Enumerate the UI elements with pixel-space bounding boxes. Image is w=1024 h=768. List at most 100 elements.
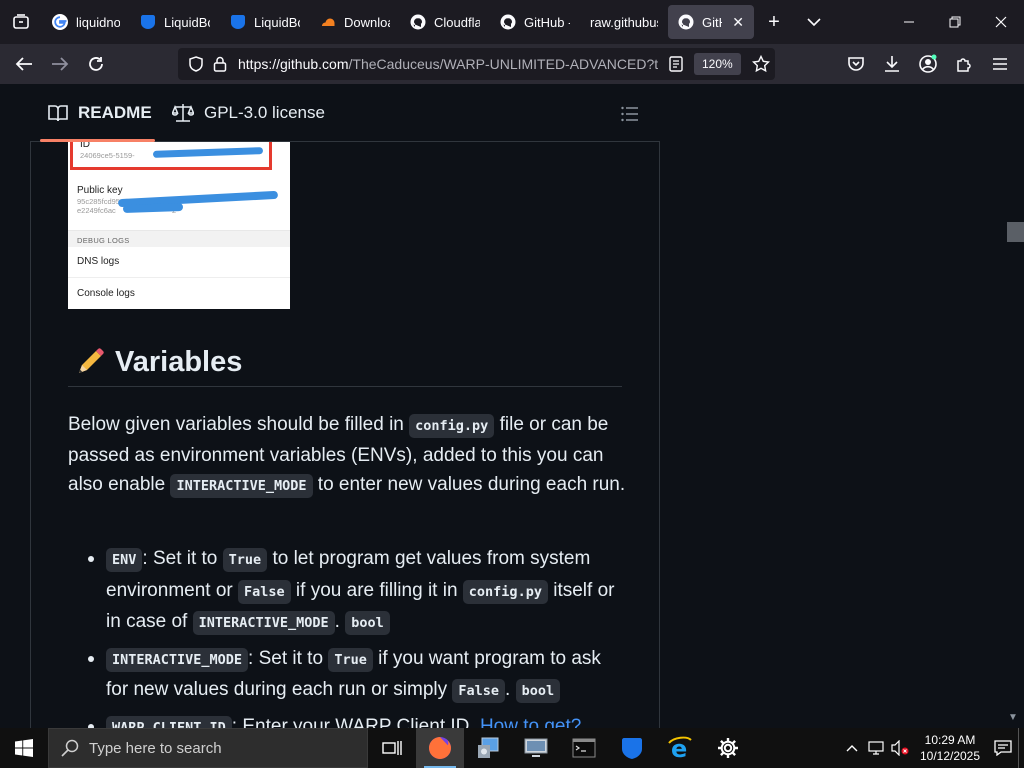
google-icon	[52, 14, 68, 30]
tab-5-label: Cloudfla	[434, 14, 480, 30]
new-tab-button[interactable]: +	[754, 0, 794, 44]
tab-list-icon	[13, 14, 29, 29]
tab-4[interactable]: Downloa	[310, 5, 400, 39]
close-tab-icon[interactable]: ✕	[732, 14, 744, 31]
tab-6-label: GitHub -	[524, 14, 570, 30]
terminal-icon	[572, 738, 596, 758]
inline-code: bool	[345, 611, 390, 635]
remote-desktop-icon	[524, 738, 548, 757]
github-icon	[410, 14, 426, 30]
puzzle-icon	[957, 58, 971, 72]
show-desktop-button[interactable]	[1018, 728, 1024, 768]
image-id-label: ID	[80, 142, 90, 150]
arrow-left-icon	[15, 57, 32, 71]
tab-3[interactable]: LiquidBo	[220, 5, 310, 39]
taskbar-internet-explorer[interactable]: e	[656, 728, 704, 768]
start-button[interactable]	[0, 728, 48, 768]
minimize-button[interactable]	[886, 0, 932, 44]
inline-code: config.py	[409, 414, 495, 438]
tab-1[interactable]: liquidno	[42, 5, 130, 39]
license-tab[interactable]: GPL-3.0 license	[172, 98, 325, 128]
taskbar-remote-desktop[interactable]	[512, 728, 560, 768]
list-item-env: ENV: Set it to True to let program get v…	[68, 544, 628, 639]
network-button[interactable]	[864, 728, 888, 768]
extensions-button[interactable]	[946, 48, 982, 80]
shield-app-icon	[622, 738, 642, 759]
tab-overflow-button[interactable]	[794, 0, 834, 44]
zoom-level-button[interactable]: 120%	[694, 53, 741, 75]
arrow-right-icon	[52, 57, 69, 71]
intro-text-1: Below given variables should be filled i…	[68, 414, 410, 435]
book-icon	[48, 105, 68, 122]
restore-button[interactable]	[932, 0, 978, 44]
close-icon	[995, 16, 1007, 28]
tab-5[interactable]: Cloudfla	[400, 5, 490, 39]
back-button[interactable]	[6, 48, 42, 80]
scrollbar-thumb[interactable]	[1007, 222, 1024, 242]
vertical-scrollbar[interactable]	[1006, 84, 1024, 728]
task-view-button[interactable]	[368, 728, 416, 768]
tracking-protection-shield-icon[interactable]	[184, 48, 208, 80]
speaker-muted-icon	[891, 740, 909, 756]
image-id-value: 24069ce5-5159-	[80, 151, 135, 160]
how-to-get-link[interactable]: How to get?	[480, 716, 581, 729]
forward-button[interactable]	[42, 48, 78, 80]
system-tray: 10:29 AM 10/12/2025	[840, 728, 1024, 768]
intro-paragraph: Below given variables should be filled i…	[68, 410, 628, 501]
reload-button[interactable]	[78, 48, 114, 80]
taskbar-control-panel[interactable]	[464, 728, 512, 768]
inline-code: True	[222, 548, 268, 572]
app-menu-button[interactable]	[982, 48, 1018, 80]
image-dns-logs: DNS logs	[77, 256, 120, 267]
notification-icon	[994, 740, 1012, 756]
list-item-warp-client-id: WARP_CLIENT_ID: Enter your WARP Client I…	[68, 712, 628, 729]
reload-icon	[89, 57, 103, 71]
windows-taskbar: Type here to search e 10:29 AM 10/12/202…	[0, 728, 1024, 768]
search-icon	[61, 739, 79, 757]
lock-icon[interactable]	[208, 48, 232, 80]
chevron-down-icon	[807, 18, 821, 27]
notification-center-button[interactable]	[988, 728, 1018, 768]
taskbar-settings[interactable]	[704, 728, 752, 768]
list-all-tabs-button[interactable]	[0, 0, 42, 44]
tab-7[interactable]: raw.githubus	[580, 5, 668, 39]
image-public-key-line2: e2249fc6ac	[77, 206, 116, 215]
list-text: .	[581, 715, 587, 729]
pencil-icon	[79, 347, 104, 373]
scroll-down-arrow-icon[interactable]: ▼	[1008, 712, 1018, 723]
readme-tab-label: README	[78, 103, 152, 122]
readme-tab-header: README GPL-3.0 license	[30, 84, 660, 142]
restore-icon	[949, 16, 961, 28]
list-text: : Set it to	[248, 647, 329, 669]
clock-date: 10/12/2025	[919, 749, 981, 763]
tab-2[interactable]: LiquidBo	[130, 5, 220, 39]
taskbar-terminal[interactable]	[560, 728, 608, 768]
tab-8-active[interactable]: GitHu ✕	[668, 5, 754, 39]
tab-6[interactable]: GitHub -	[490, 5, 580, 39]
inline-code: False	[238, 579, 291, 604]
readme-tab[interactable]: README	[48, 98, 152, 128]
taskbar-search-box[interactable]: Type here to search	[48, 728, 368, 768]
list-text: : Enter your WARP Client ID.	[231, 715, 480, 729]
taskbar-firefox[interactable]	[416, 728, 464, 768]
image-debug-logs-heading: DEBUG LOGS	[77, 236, 130, 245]
close-window-button[interactable]	[978, 0, 1024, 44]
bookmark-star-icon[interactable]	[749, 48, 773, 80]
shield-icon	[230, 14, 246, 30]
account-button[interactable]	[910, 48, 946, 80]
downloads-button[interactable]	[874, 48, 910, 80]
reader-view-icon[interactable]	[664, 48, 688, 80]
inline-code: INTERACTIVE_MODE	[106, 647, 249, 672]
shield-icon	[140, 14, 156, 30]
address-bar[interactable]: https://github.com/TheCaduceus/WARP-UNLI…	[178, 48, 775, 80]
pocket-button[interactable]	[838, 48, 874, 80]
show-hidden-icons-button[interactable]	[840, 728, 864, 768]
intro-text-3: to enter new values during each run.	[312, 474, 626, 495]
list-text: .	[334, 611, 346, 632]
volume-button[interactable]	[888, 728, 912, 768]
tab-4-label: Downloa	[344, 14, 390, 30]
taskbar-clock[interactable]: 10:29 AM 10/12/2025	[912, 732, 988, 764]
table-of-contents-button[interactable]	[616, 100, 644, 128]
url-text[interactable]: https://github.com/TheCaduceus/WARP-UNLI…	[238, 56, 658, 72]
taskbar-vpn-app[interactable]	[608, 728, 656, 768]
